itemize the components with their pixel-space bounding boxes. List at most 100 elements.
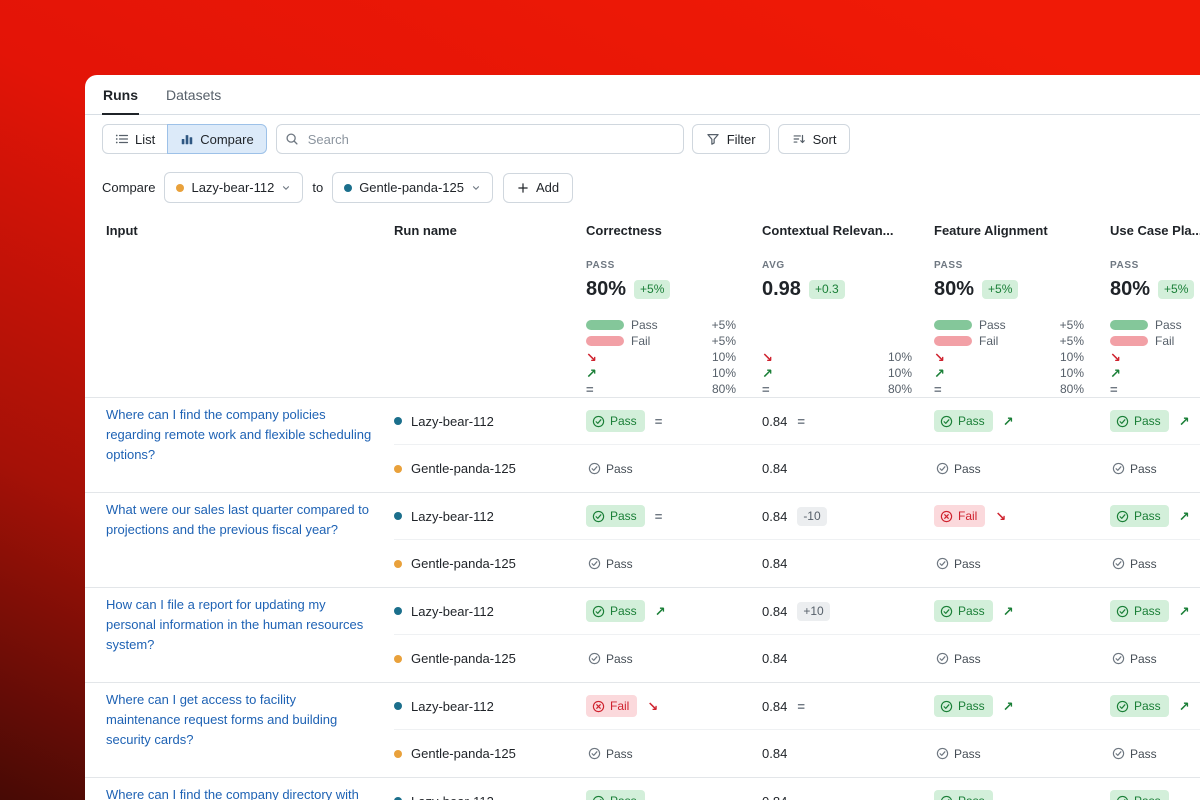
table-header: Input Run name Correctness Contextual Re…	[85, 223, 1200, 238]
metric-cell[interactable]: Pass	[934, 445, 1110, 492]
list-view-button[interactable]: List	[102, 124, 168, 154]
run-a-dropdown[interactable]: Lazy-bear-112	[164, 172, 303, 203]
check-circle-icon	[588, 557, 601, 570]
search-input[interactable]	[276, 124, 684, 154]
badge-label: Pass	[958, 604, 985, 618]
trend-down-icon: ↘	[934, 351, 948, 364]
summary-spacer	[106, 248, 394, 397]
trend-eq-icon: =	[762, 383, 776, 396]
metric-cell[interactable]: 0.84	[762, 540, 934, 587]
filter-button[interactable]: Filter	[692, 124, 770, 154]
metric-cell[interactable]: Pass↗	[1110, 398, 1200, 445]
metric-cell[interactable]: Pass=	[586, 398, 762, 445]
column-header-feature-alignment[interactable]: Feature Alignment	[934, 223, 1110, 238]
metric-cell[interactable]: 0.84	[762, 730, 934, 777]
pass-badge: Pass	[586, 648, 641, 670]
run-name-cell[interactable]: Lazy-bear-112	[394, 398, 586, 445]
metric-cell[interactable]: Fail↘	[586, 683, 762, 730]
column-header-correctness[interactable]: Correctness	[586, 223, 762, 238]
stat-label: PASS	[586, 260, 762, 271]
badge-label: Pass	[1134, 414, 1161, 428]
tab-datasets[interactable]: Datasets	[165, 85, 222, 114]
input-question-link[interactable]: Where can I get access to facility maint…	[106, 690, 374, 750]
run-name-cell[interactable]: Lazy-bear-112	[394, 588, 586, 635]
metric-cell[interactable]: 0.84	[762, 778, 934, 800]
input-question-link[interactable]: What were our sales last quarter compare…	[106, 500, 374, 540]
run-name-cell[interactable]: Lazy-bear-112	[394, 493, 586, 540]
metric-cell[interactable]: Pass	[586, 540, 762, 587]
metric-cell[interactable]: Pass	[586, 445, 762, 492]
metric-cell[interactable]: 0.84	[762, 635, 934, 682]
metric-cell[interactable]: Pass↗	[1110, 493, 1200, 540]
score-value: 0.84	[762, 604, 787, 619]
input-question-link[interactable]: Where can I find the company policies re…	[106, 405, 374, 465]
legend-row: Pass+5%	[934, 317, 1084, 333]
check-circle-icon	[940, 605, 953, 618]
metric-cell[interactable]: 0.84=	[762, 683, 934, 730]
score-value: 0.84	[762, 746, 787, 761]
metric-cell[interactable]: Pass=	[586, 493, 762, 540]
legend-value: +5%	[712, 334, 736, 348]
metric-cell[interactable]: Pass	[934, 540, 1110, 587]
stat-value: 80%	[1110, 278, 1150, 301]
pass-badge: Pass	[1110, 695, 1169, 717]
column-header-run-name[interactable]: Run name	[394, 223, 586, 238]
summary-row: PASS 80% +5% Pass+5%Fail+5%↘10%↗10%=80% …	[85, 248, 1200, 397]
column-header-input[interactable]: Input	[106, 223, 394, 238]
run-name-cell[interactable]: Gentle-panda-125	[394, 540, 586, 587]
run-b-dropdown[interactable]: Gentle-panda-125	[332, 172, 493, 203]
metric-cell[interactable]: Pass	[934, 730, 1110, 777]
run-name-cell[interactable]: Lazy-bear-112	[394, 778, 586, 800]
score-value: 0.84	[762, 509, 787, 524]
stat-label: PASS	[934, 260, 1110, 271]
run-a-color-dot	[176, 184, 184, 192]
search-field[interactable]	[306, 131, 675, 148]
trend-eq-icon: =	[934, 383, 948, 396]
legend-value: 10%	[888, 366, 912, 380]
legend-row: ↗	[1110, 365, 1200, 381]
metric-cell[interactable]: Pass	[586, 635, 762, 682]
metric-cell[interactable]: Pass↗	[1110, 683, 1200, 730]
tab-runs[interactable]: Runs	[102, 85, 139, 115]
legend-label: Pass	[1155, 318, 1182, 332]
column-header-use-case[interactable]: Use Case Pla...	[1110, 223, 1200, 238]
trend-up-icon: ↗	[934, 367, 948, 380]
metric-cell[interactable]: 0.84-10	[762, 493, 934, 540]
legend-row: ↘10%	[762, 349, 912, 365]
metric-cell[interactable]: 0.84	[762, 445, 934, 492]
metric-cell[interactable]: Pass↗	[934, 398, 1110, 445]
compare-view-button[interactable]: Compare	[167, 124, 266, 154]
sort-button[interactable]: Sort	[778, 124, 851, 154]
run-name-cell[interactable]: Lazy-bear-112	[394, 683, 586, 730]
metric-cell[interactable]: Pass	[586, 778, 762, 800]
metric-cell[interactable]: Pass	[934, 635, 1110, 682]
metric-cell[interactable]: Pass	[1110, 445, 1200, 492]
metric-cell[interactable]: Pass	[934, 778, 1110, 800]
metric-cell[interactable]: 0.84+10	[762, 588, 934, 635]
metric-cell[interactable]: Pass	[1110, 730, 1200, 777]
metric-cell[interactable]: Pass	[1110, 778, 1200, 800]
metric-cell[interactable]: Pass↗	[934, 588, 1110, 635]
summary-correctness: PASS 80% +5% Pass+5%Fail+5%↘10%↗10%=80%	[586, 248, 762, 397]
legend-row: ↗10%	[934, 365, 1084, 381]
badge-label: Pass	[610, 794, 637, 800]
column-header-contextual-relevance[interactable]: Contextual Relevan...	[762, 223, 934, 238]
stat-label: PASS	[1110, 260, 1200, 271]
metric-cell[interactable]: Pass	[1110, 540, 1200, 587]
metric-cell[interactable]: Pass↗	[1110, 588, 1200, 635]
run-name-cell[interactable]: Gentle-panda-125	[394, 445, 586, 492]
metric-cell[interactable]: Pass↗	[934, 683, 1110, 730]
metric-cell[interactable]: Pass↗	[586, 588, 762, 635]
input-question-link[interactable]: Where can I find the company directory w…	[106, 785, 359, 800]
run-name-cell[interactable]: Gentle-panda-125	[394, 730, 586, 777]
stat-value: 80%	[586, 278, 626, 301]
metric-cell[interactable]: Pass	[586, 730, 762, 777]
input-question-link[interactable]: How can I file a report for updating my …	[106, 595, 374, 655]
add-run-button[interactable]: Add	[503, 173, 573, 203]
pass-badge: Pass	[934, 743, 989, 765]
metric-cell[interactable]: 0.84=	[762, 398, 934, 445]
metric-cell[interactable]: Pass	[1110, 635, 1200, 682]
run-name-cell[interactable]: Gentle-panda-125	[394, 635, 586, 682]
search-icon	[285, 132, 299, 146]
metric-cell[interactable]: Fail↘	[934, 493, 1110, 540]
